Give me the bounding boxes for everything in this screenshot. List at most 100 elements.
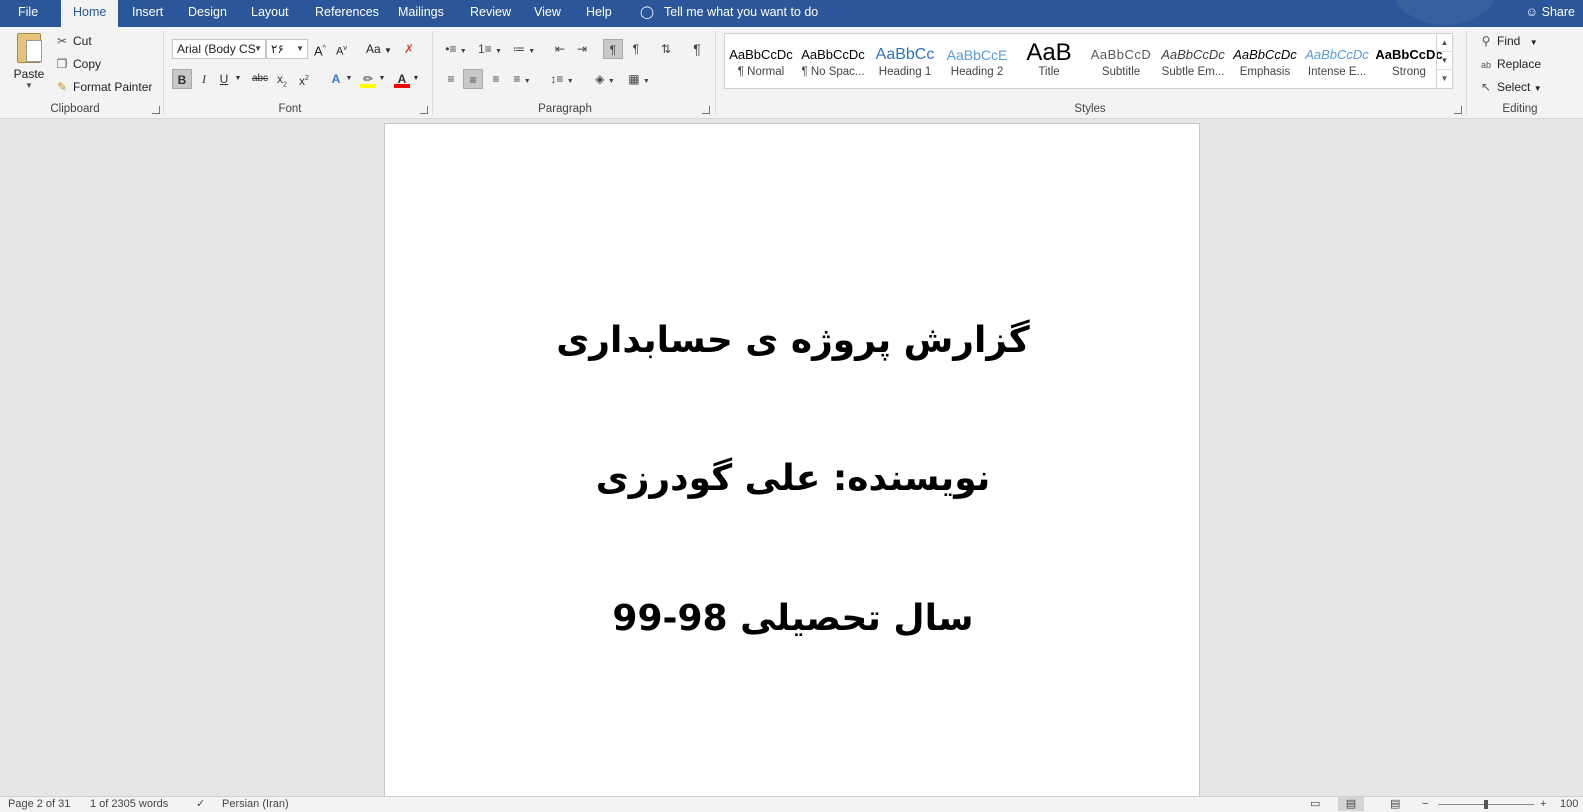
font-size-select[interactable]: ۲۶ ▼ [266,39,308,59]
page-count[interactable]: Page 2 of 31 [8,797,70,811]
style-preview: AaBbCcDc [801,47,865,62]
zoom-slider-thumb[interactable] [1484,800,1488,809]
align-left-icon[interactable]: ≡ [441,69,461,89]
ltr-direction-button[interactable]: ¶ [603,39,623,59]
bold-button[interactable]: B [172,69,192,89]
more-styles-icon[interactable]: ▼ [1437,70,1452,88]
chevron-down-icon[interactable]: ▼ [233,69,243,89]
style-strong[interactable]: AaBbCcDc Strong [1373,34,1445,88]
style-name: Title [1038,66,1060,78]
multilevel-list-button[interactable]: ≔ ▼ [509,39,539,59]
web-layout-icon[interactable]: ▤ [1390,797,1400,811]
font-color-button[interactable]: A [392,69,412,89]
style-heading-2[interactable]: AaBbCcE Heading 2 [941,34,1013,88]
tab-insert[interactable]: Insert [132,0,163,27]
style-subtle-emphasis[interactable]: AaBbCcDc Subtle Em... [1157,34,1229,88]
underline-button[interactable]: U [216,69,232,89]
strikethrough-button[interactable]: abc [249,69,271,89]
divider [715,31,716,115]
tell-me-box[interactable]: ◯ Tell me what you want to do [640,0,818,27]
find-button[interactable]: ⚲ Find ▼ [1478,31,1538,51]
style-no-spacing[interactable]: AaBbCcDc ¶ No Spac... [797,34,869,88]
doc-author-line[interactable]: نویسنده: علی گودرزی [385,458,1201,499]
numbering-button[interactable]: 1≡ ▼ [475,39,505,59]
clear-formatting-icon[interactable]: ✗ [404,39,414,59]
tab-view[interactable]: View [534,0,561,27]
chevron-down-icon: ▼ [25,81,33,90]
chevron-down-icon[interactable]: ▼ [378,69,386,89]
superscript-button[interactable]: x2 [295,69,313,89]
style-name: Subtitle [1101,66,1141,78]
highlight-color-button[interactable]: ✏ [358,69,378,89]
chevron-down-icon[interactable]: ▼ [1437,52,1452,70]
tab-review[interactable]: Review [470,0,511,27]
shading-icon[interactable]: ◈ ▼ [590,69,620,89]
read-mode-icon[interactable]: ▭ [1310,797,1320,811]
chevron-down-icon: ▼ [254,44,262,53]
tab-home[interactable]: Home [61,0,119,27]
language-indicator[interactable]: Persian (Iran) [222,797,289,811]
chevron-down-icon[interactable]: ▼ [412,69,420,89]
align-right-icon[interactable]: ≡ [486,69,506,89]
replace-button[interactable]: ab Replace [1478,54,1541,74]
paragraph-group-label: Paragraph [538,103,592,115]
show-formatting-marks-icon[interactable]: ¶ [687,39,707,59]
tab-design[interactable]: Design [188,0,227,27]
line-spacing-icon[interactable]: ↕≡ ▼ [547,69,577,89]
justify-icon[interactable]: ≡ ▼ [508,69,536,89]
style-title[interactable]: AaB Title [1013,34,1085,88]
tab-file[interactable]: File [18,0,38,27]
scissors-icon: ✂ [56,34,68,48]
text-effects-icon[interactable]: A [326,69,346,89]
chevron-down-icon: ▼ [1533,84,1542,93]
format-painter-button[interactable]: ✎ Format Painter [54,77,152,97]
chevron-up-icon[interactable]: ▲ [1437,34,1452,52]
tab-layout[interactable]: Layout [251,0,289,27]
change-case-button[interactable]: Aa ▼ [366,39,392,59]
select-button[interactable]: ↖ Select ▼ [1478,77,1542,97]
decrease-indent-icon[interactable]: ⇤ [550,39,570,59]
chevron-down-icon: ▼ [1529,38,1538,47]
zoom-out-icon[interactable]: − [1422,797,1428,811]
align-center-icon[interactable]: ≡ [463,69,483,89]
title-bar-decoration [1390,0,1500,25]
proofing-icon[interactable]: ✓ [196,797,205,811]
borders-icon[interactable]: ▦ ▼ [624,69,654,89]
style-normal[interactable]: AaBbCcDc ¶ Normal [725,34,797,88]
rtl-direction-button[interactable]: ¶ [626,39,646,59]
doc-year-line[interactable]: سال تحصیلی 98-99 [385,598,1201,639]
style-intense-emphasis[interactable]: AaBbCcDc Intense E... [1301,34,1373,88]
styles-launcher-icon[interactable] [1454,106,1462,114]
increase-indent-icon[interactable]: ⇥ [572,39,592,59]
chevron-down-icon[interactable]: ▼ [345,69,353,89]
tab-help[interactable]: Help [586,0,612,27]
subscript-button[interactable]: x2 [273,69,291,89]
font-launcher-icon[interactable] [420,106,428,114]
shrink-font-button[interactable]: Av [336,39,347,59]
font-name-select[interactable]: Arial (Body CS ▼ [172,39,266,59]
style-preview: AaBbCcDc [1233,47,1297,62]
sort-icon[interactable]: ⇅ [656,39,676,59]
tab-mailings[interactable]: Mailings [398,0,444,27]
style-subtitle[interactable]: AaBbCcD Subtitle [1085,34,1157,88]
zoom-level[interactable]: 100 [1560,797,1578,811]
paste-button[interactable]: Paste ▼ [12,31,46,97]
share-button[interactable]: ☺ Share [1525,0,1575,27]
doc-title-line[interactable]: گزارش پروژه ی حسابداری [385,320,1201,361]
clipboard-launcher-icon[interactable] [152,106,160,114]
cut-button[interactable]: ✂ Cut [54,31,92,51]
word-count[interactable]: 1 of 2305 words [90,797,168,811]
copy-button[interactable]: ❐ Copy [54,54,101,74]
style-emphasis[interactable]: AaBbCcDc Emphasis [1229,34,1301,88]
bullets-button[interactable]: •≡ ▼ [441,39,471,59]
grow-font-button[interactable]: A^ [314,39,326,59]
zoom-in-icon[interactable]: + [1540,797,1546,811]
italic-button[interactable]: I [196,69,212,89]
paragraph-launcher-icon[interactable] [702,106,710,114]
lightbulb-icon: ◯ [640,5,654,19]
document-page[interactable]: گزارش پروژه ی حسابداری نویسنده: علی گودر… [384,123,1200,803]
tab-references[interactable]: References [315,0,379,27]
status-bar: Page 2 of 31 1 of 2305 words ✓ Persian (… [0,796,1583,812]
print-layout-icon[interactable]: ▤ [1338,797,1364,811]
style-heading-1[interactable]: AaBbCc Heading 1 [869,34,941,88]
